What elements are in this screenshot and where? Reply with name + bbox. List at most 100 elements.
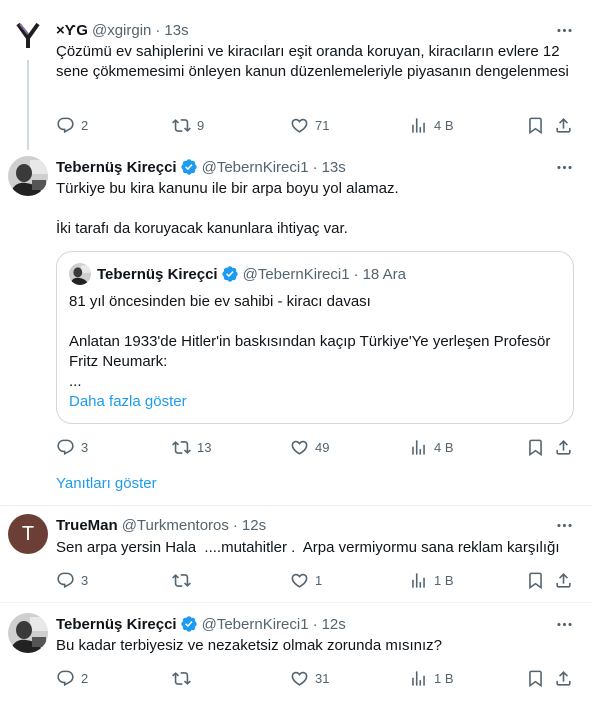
retweet-icon: [172, 571, 191, 590]
timestamp[interactable]: 12s: [242, 517, 266, 534]
show-replies-link[interactable]: Yanıtları göster: [56, 475, 157, 492]
display-name[interactable]: TrueMan: [56, 517, 118, 534]
like-button[interactable]: 71: [290, 115, 329, 135]
tweet-text-line: Türkiye bu kira kanunu ile bir arpa boyu…: [56, 180, 399, 197]
reply-icon: [56, 571, 75, 590]
share-button[interactable]: [554, 115, 573, 135]
verified-icon: [180, 158, 198, 176]
display-name[interactable]: ×ƳG: [56, 22, 88, 39]
tweet-xgirgin[interactable]: ×ƳG @xgirgin · 13s Çözümü ev sahiplerini…: [0, 0, 592, 150]
share-button[interactable]: [554, 570, 573, 590]
views-count: 4 B: [434, 117, 454, 133]
bookmark-button[interactable]: [526, 570, 545, 590]
like-count: 31: [315, 670, 330, 686]
retweet-button[interactable]: 13: [172, 437, 211, 457]
display-name[interactable]: Tebernüş Kireçci: [56, 616, 177, 633]
quote-display-name: Tebernüş Kireçci: [97, 265, 218, 283]
like-icon: [290, 669, 309, 688]
retweet-icon: [172, 116, 191, 135]
retweet-button[interactable]: [172, 668, 191, 688]
reply-icon: [56, 116, 75, 135]
quote-timestamp: 18 Ara: [362, 265, 406, 283]
avatar: [69, 263, 91, 285]
tweet-text: Türkiye bu kira kanunu ile bir arpa boyu…: [56, 179, 576, 239]
timestamp[interactable]: 13s: [164, 22, 188, 39]
reply-count: 2: [81, 670, 89, 686]
views-button[interactable]: 4 B: [409, 437, 454, 457]
tweet-trueman[interactable]: T TrueMan @Turkmentoros · 12s Sen arpa y…: [0, 506, 592, 602]
like-button[interactable]: 31: [290, 668, 329, 688]
share-button[interactable]: [554, 668, 573, 688]
more-icon[interactable]: [554, 20, 574, 40]
views-count: 4 B: [434, 439, 454, 455]
timestamp[interactable]: 12s: [322, 616, 346, 633]
quote-text-line: ...: [69, 373, 82, 390]
reply-button[interactable]: 3: [56, 570, 88, 590]
share-icon: [554, 438, 573, 457]
tweet-header: Tebernüş Kireçci @TebernKireci1 · 12s: [56, 614, 346, 634]
retweet-button[interactable]: [172, 570, 191, 590]
tweet-actions: 3 13 49 4 B: [56, 437, 576, 457]
tweet-text-line: İki tarafı da koruyacak kanunlara ihtiya…: [56, 220, 348, 237]
like-button[interactable]: 1: [290, 570, 322, 590]
quote-text-line: 81 yıl öncesinden bie ev sahibi - kiracı…: [69, 293, 371, 310]
verified-icon: [180, 615, 198, 633]
separator-dot: ·: [232, 516, 238, 534]
quoted-tweet[interactable]: Tebernüş Kireçci @TebernKireci1 · 18 Ara…: [56, 251, 574, 424]
share-icon: [554, 116, 573, 135]
bookmark-button[interactable]: [526, 115, 545, 135]
avatar[interactable]: [8, 156, 48, 196]
avatar[interactable]: T: [8, 514, 48, 554]
reply-button[interactable]: 2: [56, 115, 88, 135]
more-icon[interactable]: [554, 515, 574, 535]
like-count: 71: [315, 117, 330, 133]
retweet-icon: [172, 438, 191, 457]
tweet-header: Tebernüş Kireçci @TebernKireci1 · 13s: [56, 157, 346, 177]
reply-count: 2: [81, 117, 89, 133]
reply-count: 3: [81, 572, 89, 588]
quote-header: Tebernüş Kireçci @TebernKireci1 · 18 Ara: [69, 263, 406, 285]
thread-line: [27, 60, 29, 150]
views-button[interactable]: 1 B: [409, 668, 454, 688]
timeline: ×ƳG @xgirgin · 13s Çözümü ev sahiplerini…: [0, 0, 592, 701]
avatar[interactable]: [8, 613, 48, 653]
views-icon: [409, 116, 428, 135]
avatar-letter: T: [21, 522, 35, 545]
tweet-tebern-2[interactable]: Tebernüş Kireçci @TebernKireci1 · 12s Bu…: [0, 603, 592, 701]
views-count: 1 B: [434, 572, 454, 588]
share-button[interactable]: [554, 437, 573, 457]
views-icon: [409, 669, 428, 688]
reply-icon: [56, 438, 75, 457]
handle[interactable]: @Turkmentoros: [122, 517, 229, 534]
share-icon: [554, 571, 573, 590]
share-icon: [554, 669, 573, 688]
tweet-actions: 3 1 1 B: [56, 570, 576, 590]
bookmark-icon: [526, 116, 545, 135]
handle[interactable]: @TebernKireci1: [202, 616, 309, 633]
like-button[interactable]: 49: [290, 437, 329, 457]
reply-button[interactable]: 3: [56, 437, 88, 457]
reply-button[interactable]: 2: [56, 668, 88, 688]
tweet-text: Sen arpa yersin Hala ....mutahitler . Ar…: [56, 539, 560, 556]
more-icon[interactable]: [554, 614, 574, 634]
bookmark-icon: [526, 669, 545, 688]
handle[interactable]: @xgirgin: [92, 22, 151, 39]
quote-text-line: Anlatan 1933'de Hitler'in baskısından ka…: [69, 333, 551, 370]
more-icon[interactable]: [554, 157, 574, 177]
handle[interactable]: @TebernKireci1: [202, 159, 309, 176]
show-more-link[interactable]: Daha fazla göster: [69, 392, 565, 412]
bookmark-button[interactable]: [526, 668, 545, 688]
retweet-icon: [172, 669, 191, 688]
avatar[interactable]: [8, 14, 48, 54]
timestamp[interactable]: 13s: [322, 159, 346, 176]
bookmark-button[interactable]: [526, 437, 545, 457]
verified-icon: [221, 265, 239, 283]
display-name[interactable]: Tebernüş Kireçci: [56, 159, 177, 176]
views-button[interactable]: 4 B: [409, 115, 454, 135]
tweet-text: Bu kadar terbiyesiz ve nezaketsiz olmak …: [56, 637, 443, 654]
quote-handle: @TebernKireci1: [242, 265, 350, 283]
views-button[interactable]: 1 B: [409, 570, 454, 590]
quote-text: 81 yıl öncesinden bie ev sahibi - kiracı…: [69, 292, 565, 412]
retweet-button[interactable]: 9: [172, 115, 204, 135]
tweet-tebern-1[interactable]: Tebernüş Kireçci @TebernKireci1 · 13s Tü…: [0, 150, 592, 505]
